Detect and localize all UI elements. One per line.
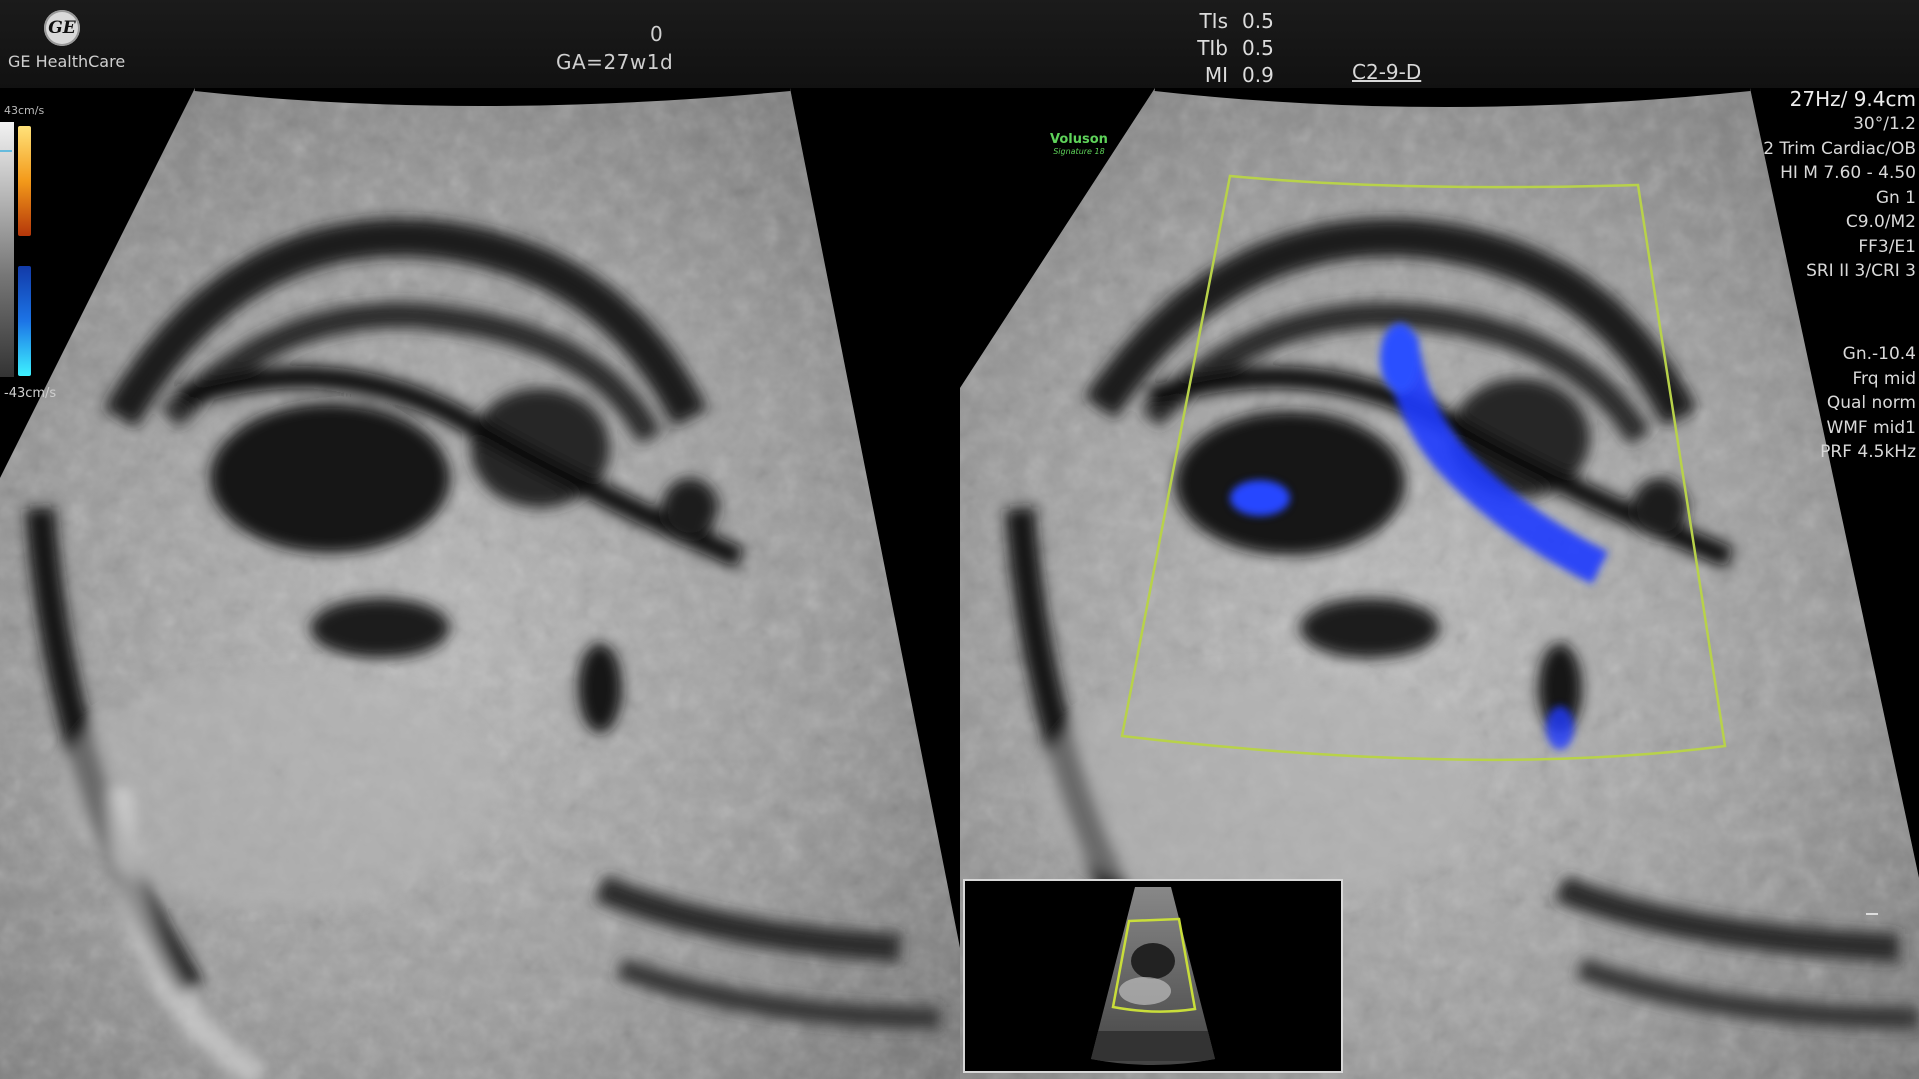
safety-index-value: 0.5 — [1242, 36, 1274, 60]
top-header-bar: GE GE HealthCare 0 GA=27w1d TIs 0.5 TIb … — [0, 0, 1919, 88]
grayscale-bar — [0, 122, 14, 377]
param-line: HI M 7.60 - 4.50 — [1780, 163, 1916, 183]
param-line: PRF 4.5kHz — [1820, 442, 1916, 462]
safety-indices: TIs 0.5 TIb 0.5 MI 0.9 — [1188, 8, 1274, 89]
voluson-logo-name: Voluson — [1050, 132, 1108, 147]
safety-index-tis: TIs 0.5 — [1188, 8, 1274, 35]
param-line: C9.0/M2 — [1845, 212, 1916, 232]
param-line: Qual norm — [1826, 393, 1916, 413]
reference-thumbnail[interactable] — [963, 879, 1343, 1073]
voluson-logo-sub: Signature 18 — [1053, 147, 1105, 156]
color-scale-negative — [18, 266, 31, 376]
gestational-age: GA=27w1d — [556, 50, 674, 74]
ge-logo-icon: GE — [44, 10, 80, 46]
probe-name: C2-9-D — [1352, 60, 1422, 84]
param-line: WMF mid1 — [1826, 417, 1916, 438]
voluson-logo: Voluson Signature 18 — [1050, 132, 1108, 156]
ultrasound-screen: GE GE HealthCare 0 GA=27w1d TIs 0.5 TIb … — [0, 0, 1919, 1079]
safety-index-label: TIb — [1197, 36, 1228, 60]
safety-index-tib: TIb 0.5 — [1188, 35, 1274, 62]
depth-edge-marker — [1866, 913, 1878, 915]
safety-index-label: MI — [1204, 63, 1228, 87]
param-line: FF3/E1 — [1858, 236, 1916, 257]
depth-zero-marker: 0 — [650, 22, 663, 46]
brand-name: GE HealthCare — [8, 52, 126, 71]
safety-index-value: 0.9 — [1242, 63, 1274, 87]
left-bmode-image — [0, 88, 960, 1079]
scale-max-label: 43cm/s — [4, 104, 45, 117]
safety-index-label: TIs — [1199, 9, 1228, 33]
safety-index-value: 0.5 — [1242, 9, 1274, 33]
safety-index-mi: MI 0.9 — [1188, 62, 1274, 89]
param-line: 2 Trim Cardiac/OB — [1763, 138, 1916, 159]
imaging-parameters: 27Hz/ 9.4cm 30°/1.2 2 Trim Cardiac/OB HI… — [1763, 86, 1916, 284]
thumbnail-sector — [1091, 887, 1215, 1065]
param-line: Gn 1 — [1875, 187, 1916, 208]
color-scale-positive — [18, 126, 31, 236]
baseline-tick — [0, 150, 12, 152]
scale-min-label: -43cm/s — [4, 386, 57, 401]
param-line: Gn.-10.4 — [1842, 344, 1916, 364]
left-ultrasound-sector — [0, 88, 960, 1079]
frame-rate-depth: 27Hz/ 9.4cm — [1789, 87, 1916, 111]
param-line: SRI II 3/CRI 3 — [1806, 261, 1916, 281]
param-line: Frq mid — [1852, 368, 1916, 389]
param-line: 30°/1.2 — [1853, 114, 1916, 134]
color-doppler-parameters: Gn.-10.4 Frq mid Qual norm WMF mid1 PRF … — [1820, 342, 1916, 465]
